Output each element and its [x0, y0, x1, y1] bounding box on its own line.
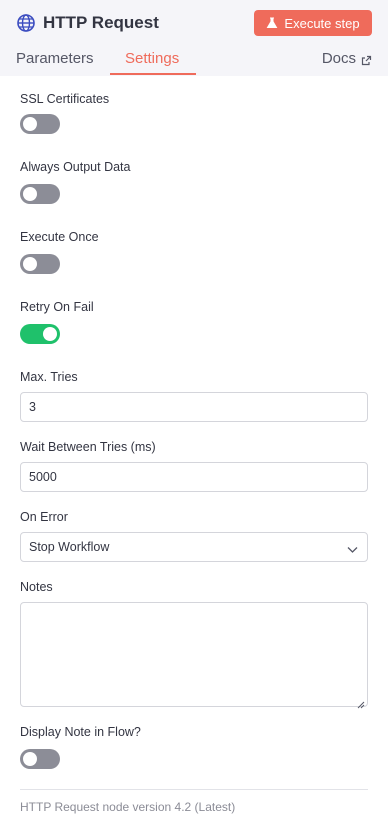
docs-link[interactable]: Docs [322, 50, 372, 67]
display-note-in-flow-label: Display Note in Flow? [20, 725, 141, 739]
tab-bar: Parameters Settings Docs [0, 44, 388, 76]
external-link-icon [361, 53, 372, 66]
on-error-selected-value: Stop Workflow [29, 540, 110, 554]
execute-once-toggle[interactable] [20, 254, 60, 274]
globe-icon [16, 13, 36, 33]
tab-parameters[interactable]: Parameters [16, 50, 94, 67]
chevron-down-icon [347, 543, 358, 553]
ssl-certificates-label: SSL Certificates [20, 92, 110, 106]
notes-label: Notes [20, 580, 53, 594]
resize-handle-icon[interactable] [357, 696, 365, 709]
toggle-knob [23, 257, 37, 271]
active-tab-indicator [110, 73, 196, 75]
execute-once-label: Execute Once [20, 230, 99, 244]
tab-settings[interactable]: Settings [125, 50, 179, 67]
node-header: HTTP Request Execute step Parameters Set… [0, 0, 388, 76]
on-error-label: On Error [20, 510, 68, 524]
toggle-knob [43, 327, 57, 341]
execute-step-button[interactable]: Execute step [254, 10, 372, 36]
wait-between-tries-label: Wait Between Tries (ms) [20, 440, 156, 454]
title-row: HTTP Request [16, 10, 159, 36]
ssl-certificates-toggle[interactable] [20, 114, 60, 134]
docs-label: Docs [321, 50, 356, 67]
on-error-select[interactable]: Stop Workflow [20, 532, 368, 562]
display-note-in-flow-toggle[interactable] [20, 749, 60, 769]
flask-icon [266, 17, 278, 29]
node-title: HTTP Request [43, 13, 159, 32]
max-tries-label: Max. Tries [20, 370, 78, 384]
notes-textarea[interactable] [20, 602, 368, 709]
wait-between-tries-input[interactable] [20, 462, 368, 492]
max-tries-input[interactable] [20, 392, 368, 422]
node-version-text: HTTP Request node version 4.2 (Latest) [20, 800, 236, 814]
execute-step-label: Execute step [284, 15, 360, 31]
retry-on-fail-label: Retry On Fail [20, 300, 94, 314]
always-output-data-label: Always Output Data [20, 160, 131, 174]
toggle-knob [23, 117, 37, 131]
retry-on-fail-toggle[interactable] [20, 324, 60, 344]
footer-divider [20, 789, 368, 790]
always-output-data-toggle[interactable] [20, 184, 60, 204]
toggle-knob [23, 187, 37, 201]
toggle-knob [23, 752, 37, 766]
